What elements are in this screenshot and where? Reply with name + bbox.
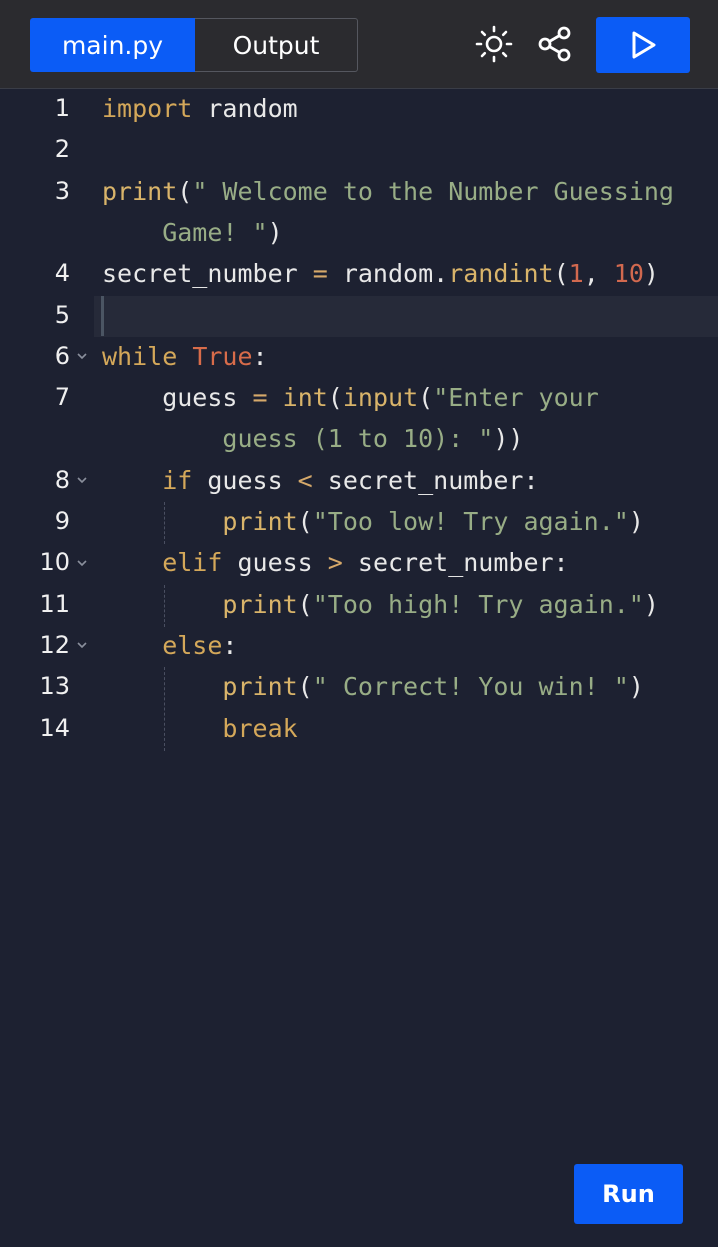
code-line-text: break: [102, 708, 298, 749]
code-line[interactable]: secret_number = random.randint(1, 10): [0, 253, 718, 294]
code-line[interactable]: [0, 129, 718, 170]
code-token: int: [282, 383, 328, 413]
code-line-text: Game! "): [102, 212, 283, 253]
code-token: :: [222, 630, 238, 660]
code-line[interactable]: else:: [0, 625, 718, 666]
code-token: guess: [222, 548, 328, 578]
play-icon: [632, 31, 656, 59]
code-token: >: [327, 548, 343, 578]
code-line-text: while True:: [102, 336, 268, 377]
code-token: "Too high! Try again.": [312, 589, 644, 619]
code-line-text: if guess < secret_number:: [102, 460, 539, 501]
code-line[interactable]: if guess < secret_number:: [0, 460, 718, 501]
code-line[interactable]: while True:: [0, 336, 718, 377]
code-line[interactable]: guess (1 to 10): ")): [0, 418, 718, 459]
code-token: secret_number:: [312, 465, 539, 495]
code-line[interactable]: Game! "): [0, 212, 718, 253]
code-token: =: [312, 259, 328, 289]
code-line[interactable]: import random: [0, 88, 718, 129]
code-line-text: import random: [102, 88, 298, 129]
sun-icon: [475, 25, 513, 63]
code-token: print: [102, 507, 298, 536]
code-token: ): [643, 259, 659, 289]
code-token: "Enter your: [433, 383, 599, 413]
code-token: elif: [102, 548, 223, 578]
code-line[interactable]: print(" Correct! You win! "): [0, 666, 718, 707]
code-token: ): [628, 672, 644, 702]
code-token: (: [297, 589, 313, 619]
code-line-text: secret_number = random.randint(1, 10): [102, 253, 659, 294]
code-line[interactable]: break: [0, 708, 718, 749]
code-token: True: [192, 341, 253, 371]
code-line[interactable]: [0, 295, 718, 336]
code-token: else: [102, 630, 223, 660]
code-token: (: [418, 383, 434, 413]
code-token: input: [342, 383, 419, 413]
code-token: (: [553, 259, 569, 289]
code-token: randint: [448, 259, 554, 289]
code-line-text: print("Too low! Try again."): [102, 501, 644, 542]
code-token: ,: [583, 259, 614, 289]
code-line-text: elif guess > secret_number:: [102, 542, 569, 583]
code-token: import: [102, 94, 193, 123]
code-token: guess: [192, 465, 298, 495]
share-icon: [538, 26, 571, 62]
run-button[interactable]: Run: [574, 1164, 683, 1224]
code-line[interactable]: guess = int(input("Enter your: [0, 377, 718, 418]
code-token: guess: [102, 383, 253, 413]
code-line-text: print("Too high! Try again."): [102, 584, 659, 625]
code-line-text: guess (1 to 10): ")): [102, 418, 523, 459]
theme-toggle-button[interactable]: [472, 22, 516, 66]
code-token: secret_number: [102, 259, 313, 289]
code-token: ): [628, 507, 644, 536]
code-token: )): [493, 424, 524, 454]
code-line-text: print(" Welcome to the Number Guessing: [102, 171, 674, 212]
code-token: =: [252, 383, 268, 413]
code-token: (: [327, 383, 343, 413]
tab-main-py[interactable]: main.py: [30, 18, 195, 72]
code-token: "Too low! Try again.": [312, 507, 629, 536]
code-line-text: print(" Correct! You win! "): [102, 666, 644, 707]
code-line[interactable]: print("Too high! Try again."): [0, 584, 718, 625]
code-token: 1: [568, 259, 584, 289]
editor-toolbar: main.py Output: [0, 0, 718, 89]
code-token: random: [192, 94, 298, 123]
tab-output[interactable]: Output: [195, 18, 358, 72]
code-token: ): [643, 589, 659, 619]
code-token: if: [102, 465, 193, 495]
code-token: random.: [327, 259, 449, 289]
code-line-text: guess = int(input("Enter your: [102, 377, 599, 418]
code-token: Game! ": [102, 217, 268, 247]
code-line[interactable]: print("Too low! Try again."): [0, 501, 718, 542]
code-token: secret_number:: [342, 548, 569, 578]
code-token: print: [102, 589, 298, 619]
play-button[interactable]: [596, 17, 690, 73]
code-token: " Welcome to the Number Guessing: [192, 176, 674, 206]
code-token: (: [177, 176, 193, 206]
code-editor[interactable]: 1 2 3 4 5 6 7 8 9 10 11 12 13 14 import random print("…: [0, 89, 718, 1247]
code-token: 10: [613, 259, 644, 289]
share-button[interactable]: [533, 22, 577, 66]
code-token: print: [102, 176, 178, 206]
code-token: (: [297, 507, 313, 536]
code-token: while: [102, 341, 178, 371]
code-line[interactable]: elif guess > secret_number:: [0, 542, 718, 583]
code-line[interactable]: print(" Welcome to the Number Guessing: [0, 171, 718, 212]
code-token: break: [102, 713, 298, 743]
code-token: guess (1 to 10): ": [102, 424, 494, 454]
code-token: print: [102, 672, 298, 702]
code-token: " Correct! You win! ": [312, 672, 629, 702]
code-token: :: [252, 341, 268, 371]
code-line-text: else:: [102, 625, 237, 666]
code-token: (: [297, 672, 313, 702]
code-token: ): [267, 217, 283, 247]
code-token: <: [297, 465, 313, 495]
